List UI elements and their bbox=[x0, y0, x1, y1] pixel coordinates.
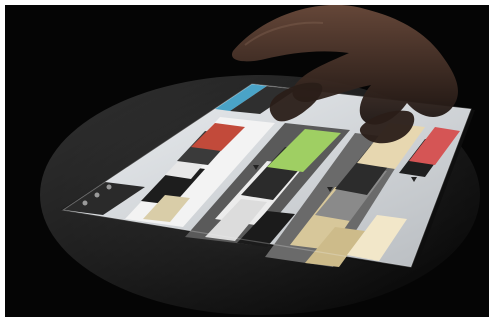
toolbar-icon-3 bbox=[106, 184, 112, 190]
photo-frame bbox=[0, 0, 494, 322]
photo-scene bbox=[5, 5, 489, 317]
toolbar-icon-1 bbox=[82, 200, 88, 206]
photo-illustration bbox=[40, 5, 480, 315]
toolbar-icon-2 bbox=[94, 192, 100, 198]
